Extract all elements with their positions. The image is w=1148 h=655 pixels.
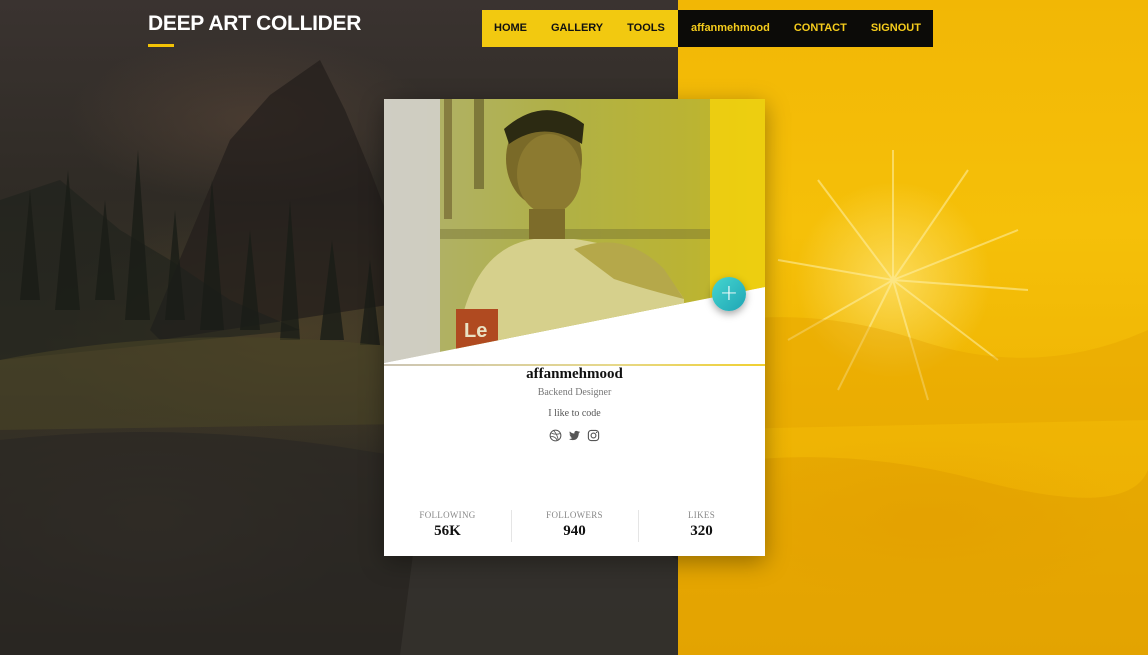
stat-value: 56K	[434, 523, 461, 539]
nav-tools[interactable]: TOOLS	[615, 10, 677, 47]
site-brand-title[interactable]: DEEP ART COLLIDER	[148, 12, 361, 36]
profile-name: affanmehmood	[526, 366, 623, 382]
profile-bio: I like to code	[548, 408, 601, 419]
nav-primary-group: HOME GALLERY TOOLS	[482, 10, 678, 47]
nav-gallery[interactable]: GALLERY	[539, 10, 615, 47]
stat-following[interactable]: FOLLOWING 56K	[384, 508, 511, 544]
profile-photo: Le	[384, 99, 765, 363]
nav-signout[interactable]: SIGNOUT	[859, 10, 933, 47]
nav-home[interactable]: HOME	[482, 10, 539, 47]
svg-text:Le: Le	[464, 320, 487, 342]
stat-likes[interactable]: LIKES 320	[638, 508, 765, 544]
social-links	[384, 429, 765, 442]
brand-underline-accent	[148, 44, 174, 47]
twitter-icon[interactable]	[568, 429, 581, 442]
profile-card: Le affanmehmood Backend Designer I like …	[384, 99, 765, 556]
profile-role: Backend Designer	[537, 387, 612, 398]
profile-stats: FOLLOWING 56K FOLLOWERS 940 LIKES 320	[384, 508, 765, 544]
add-follow-button[interactable]: +	[712, 277, 746, 311]
nav-profile[interactable]: affanmehmood	[678, 10, 782, 47]
stat-value: 320	[690, 523, 713, 539]
dribbble-icon[interactable]	[549, 429, 562, 442]
stat-label: FOLLOWING	[419, 510, 476, 520]
stat-label: FOLLOWERS	[546, 510, 603, 520]
stat-value: 940	[563, 523, 586, 539]
main-navigation: HOME GALLERY TOOLS affanmehmood CONTACT …	[482, 10, 933, 47]
stat-label: LIKES	[688, 510, 715, 520]
stat-followers[interactable]: FOLLOWERS 940	[511, 508, 638, 544]
nav-account-group: affanmehmood CONTACT SIGNOUT	[678, 10, 933, 47]
instagram-icon[interactable]	[587, 429, 600, 442]
nav-contact[interactable]: CONTACT	[782, 10, 859, 47]
